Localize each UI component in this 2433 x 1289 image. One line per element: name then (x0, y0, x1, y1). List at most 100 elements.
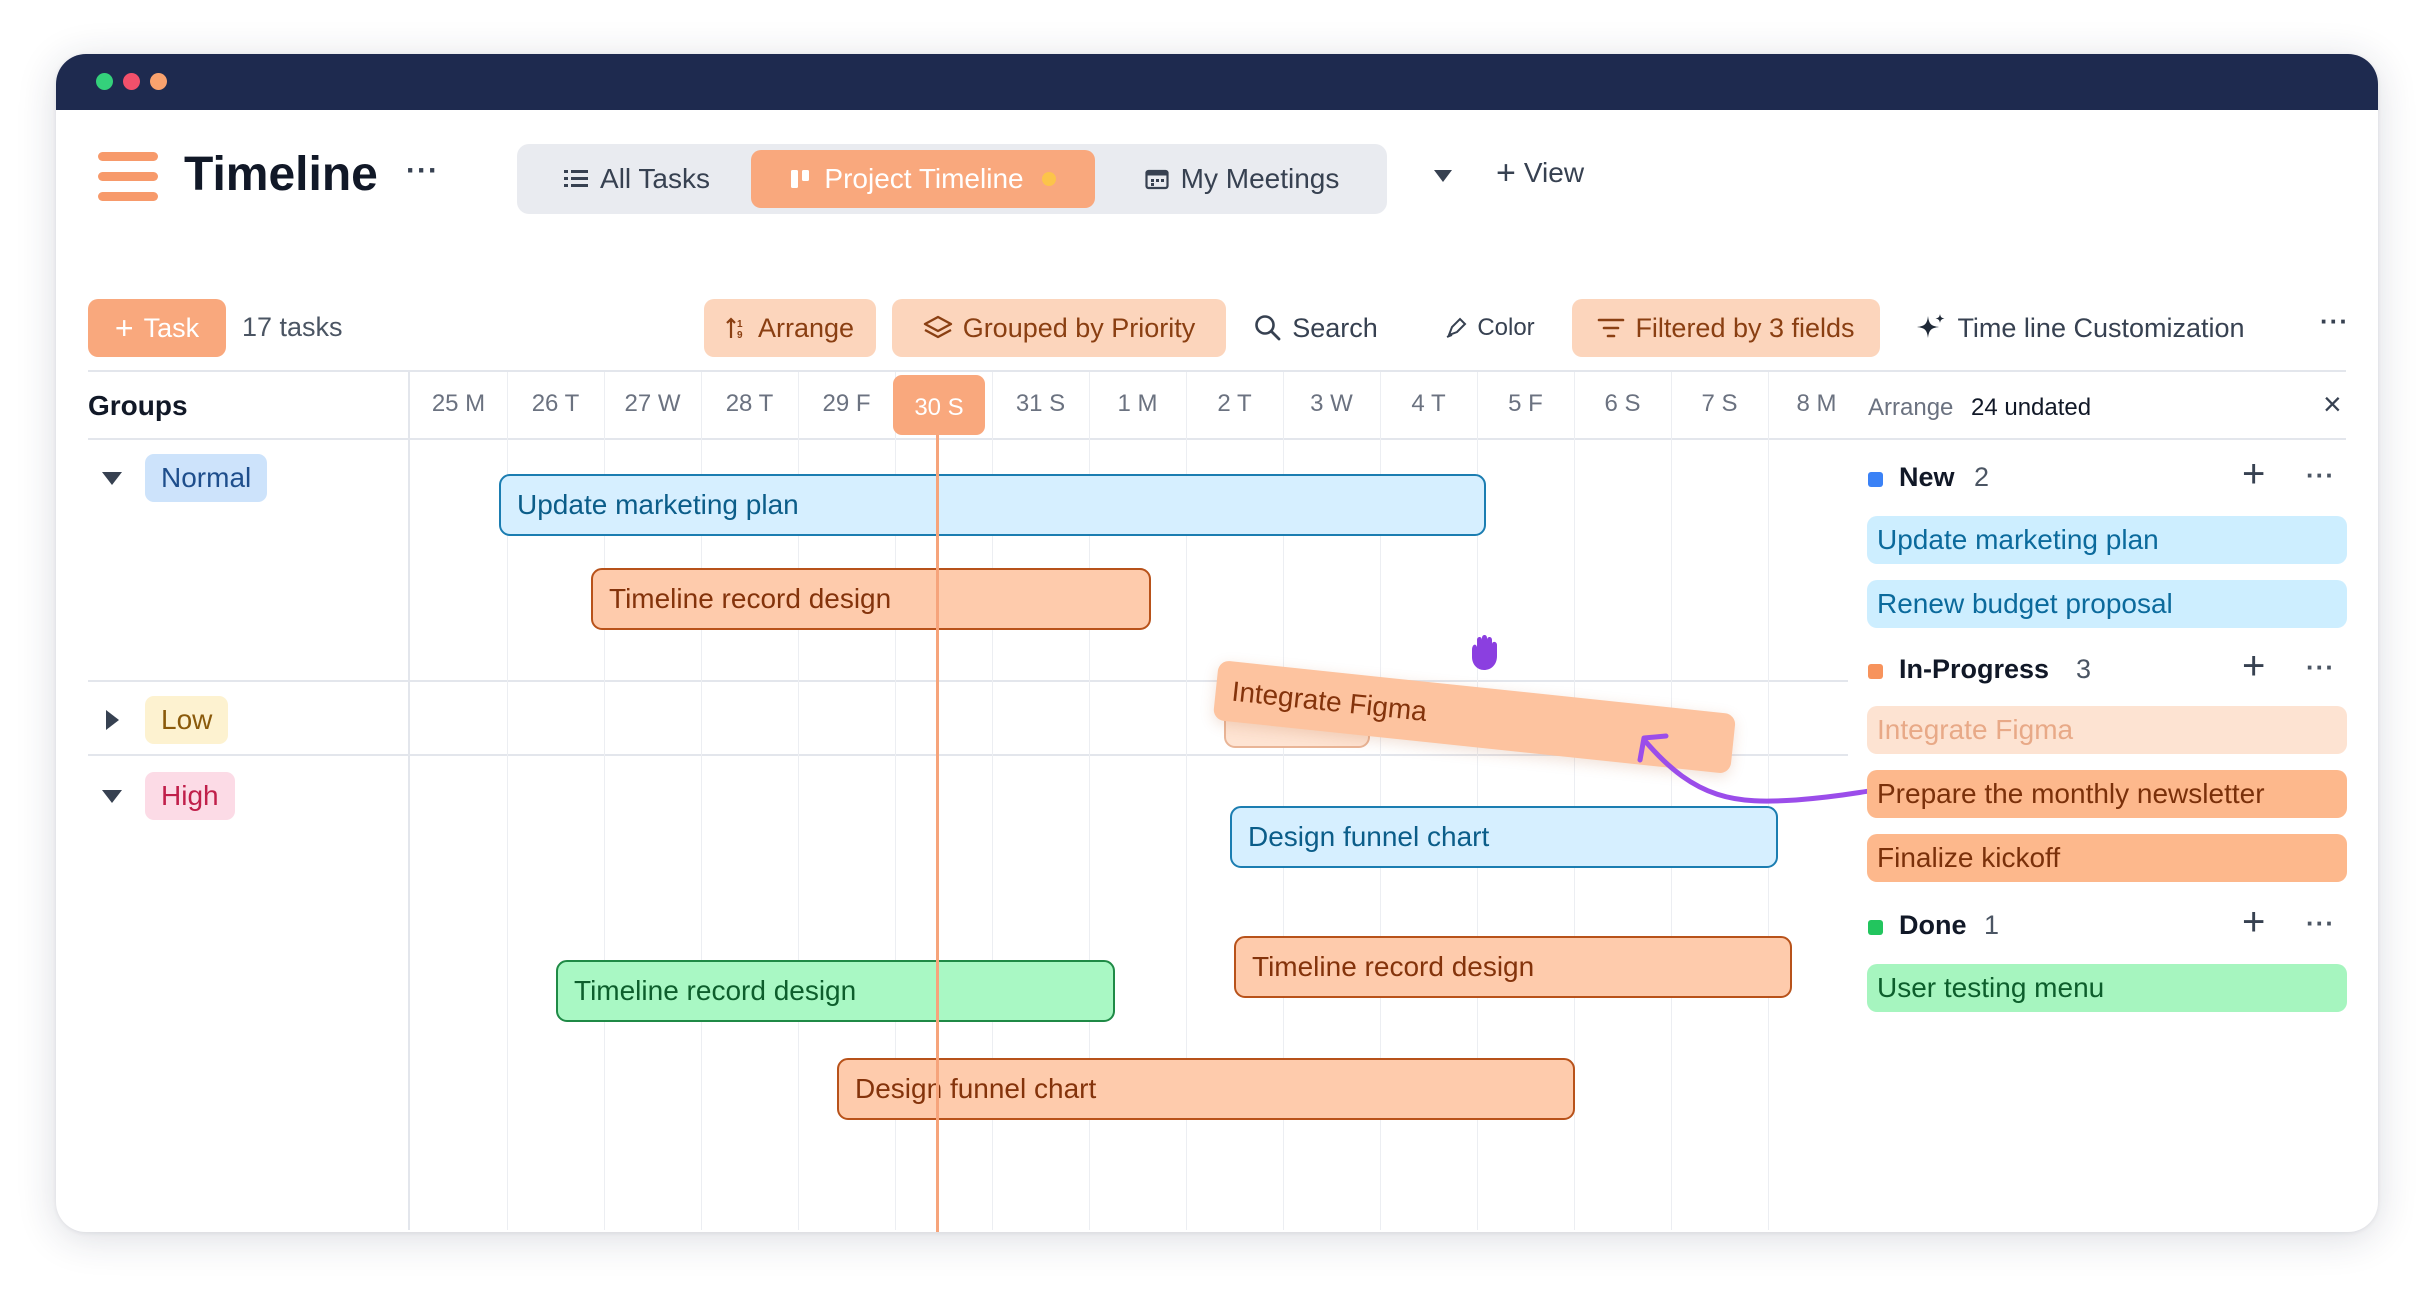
day-label: 5 F (1508, 390, 1543, 417)
list-icon (564, 170, 589, 187)
group-high[interactable]: High (145, 772, 235, 820)
expand-low-icon[interactable] (106, 710, 119, 730)
unscheduled-task-card[interactable]: Update marketing plan (1867, 516, 2347, 564)
today-label: 30 S (914, 394, 964, 421)
plus-icon: + (114, 310, 134, 346)
maximize-window-dot[interactable] (96, 73, 113, 90)
filter-button[interactable]: Filtered by 3 fields (1572, 299, 1880, 357)
plus-icon: + (1496, 154, 1516, 192)
undated-count: 24 undated (1971, 394, 2092, 421)
view-tabs: All Tasks Project Timeline My Meetings (517, 144, 1387, 214)
collapse-high-icon[interactable] (102, 790, 122, 803)
add-task-button[interactable]: + Task (88, 299, 226, 357)
group-low[interactable]: Low (145, 696, 229, 744)
task-bar[interactable]: Timeline record design (556, 960, 1115, 1022)
day-label: 7 S (1701, 390, 1738, 417)
arrange-panel-label: Arrange (1868, 394, 1954, 421)
title-more-icon[interactable]: ··· (406, 154, 439, 188)
day-label: 28 T (725, 390, 774, 417)
unscheduled-task-card[interactable]: Prepare the monthly newsletter (1867, 770, 2347, 818)
status-in-progress-icon (1868, 664, 1883, 679)
unscheduled-task-card[interactable]: Integrate Figma (1867, 706, 2347, 754)
timeline-icon (791, 170, 810, 188)
toolbar-more-icon[interactable]: ··· (2320, 306, 2349, 337)
groups-column-divider (408, 370, 410, 1230)
section-new-more-icon[interactable]: ··· (2306, 460, 2335, 491)
grouped-by-priority-button[interactable]: Grouped by Priority (892, 299, 1226, 357)
paint-icon (1446, 317, 1467, 338)
close-panel-icon[interactable]: × (2323, 386, 2342, 423)
section-done-title: Done (1899, 910, 1967, 940)
unscheduled-task-card[interactable]: Finalize kickoff (1867, 834, 2347, 882)
day-label: 31 S (1015, 390, 1066, 417)
page-title: Timeline (184, 148, 378, 201)
section-done-more-icon[interactable]: ··· (2306, 908, 2335, 939)
sort-icon: 19 (726, 317, 743, 340)
calendar-icon (1145, 169, 1169, 190)
color-button[interactable]: Color (1420, 299, 1560, 357)
day-label: 2 T (1217, 390, 1252, 417)
tab-project-timeline[interactable]: Project Timeline (751, 150, 1095, 208)
window-titlebar (56, 54, 2378, 110)
today-line (936, 435, 939, 1232)
layers-icon (923, 315, 952, 339)
task-bar[interactable]: Design funnel chart (837, 1058, 1575, 1120)
day-label: 25 M (431, 390, 486, 417)
status-done-icon (1868, 920, 1883, 935)
grab-hand-icon (1472, 635, 1497, 670)
collapse-normal-icon[interactable] (102, 472, 122, 485)
section-new-count: 2 (1974, 462, 1990, 492)
group-normal[interactable]: Normal (145, 454, 268, 502)
tab-my-meetings-label: My Meetings (1180, 163, 1340, 194)
groups-header: Groups (88, 390, 188, 421)
day-label: 1 M (1117, 390, 1158, 417)
tab-project-timeline-label: Project Timeline (824, 163, 1024, 194)
add-done-task-icon[interactable]: + (2242, 902, 2265, 942)
unscheduled-task-card[interactable]: User testing menu (1867, 964, 2347, 1012)
grid-header-border (88, 438, 2346, 440)
day-label: 6 S (1604, 390, 1641, 417)
app-window: Timeline ··· All Tasks Project Timeline … (56, 54, 2378, 1232)
active-dot-icon (1041, 172, 1056, 186)
day-label: 3 W (1310, 390, 1353, 417)
search-label: Search (1292, 312, 1378, 343)
status-new-icon (1868, 472, 1883, 487)
grouped-label: Grouped by Priority (962, 312, 1196, 343)
task-bar[interactable]: Timeline record design (591, 568, 1151, 630)
close-window-dot[interactable] (123, 73, 140, 90)
task-bar[interactable]: Update marketing plan (499, 474, 1486, 536)
search-button[interactable]: Search (1236, 299, 1396, 357)
timeline-customization-button[interactable]: Time line Customization (1900, 299, 2260, 357)
add-task-label: Task (143, 312, 200, 343)
add-new-task-icon[interactable]: + (2242, 454, 2265, 494)
sparkle-icon (1917, 314, 1945, 338)
group-divider (88, 680, 1848, 682)
day-label: 29 F (822, 390, 871, 417)
add-view-label: View (1523, 157, 1585, 188)
today-marker: 30 S (893, 375, 985, 435)
color-label: Color (1477, 314, 1535, 341)
search-icon (1255, 315, 1281, 341)
arrange-button[interactable]: 19 Arrange (704, 299, 876, 357)
svg-text:9: 9 (737, 330, 743, 340)
section-new-title: New (1899, 462, 1955, 492)
unscheduled-task-card[interactable]: Renew budget proposal (1867, 580, 2347, 628)
arrange-label: Arrange (757, 312, 855, 343)
tab-my-meetings[interactable]: My Meetings (1117, 150, 1367, 208)
section-in-progress-more-icon[interactable]: ··· (2306, 652, 2335, 683)
svg-text:1: 1 (737, 319, 743, 330)
minimize-window-dot[interactable] (150, 73, 167, 90)
grid-top-border (88, 370, 2346, 372)
day-label: 26 T (531, 390, 580, 417)
tab-all-tasks[interactable]: All Tasks (527, 150, 747, 208)
add-view-button[interactable]: + View (1496, 156, 1584, 190)
day-label: 4 T (1411, 390, 1446, 417)
menu-icon[interactable] (98, 152, 158, 202)
task-bar[interactable]: Timeline record design (1234, 936, 1792, 998)
views-dropdown-icon[interactable] (1434, 170, 1452, 182)
filter-label: Filtered by 3 fields (1635, 312, 1855, 343)
section-in-progress-count: 3 (2076, 654, 2092, 684)
day-label: 8 M (1796, 390, 1837, 417)
add-in-progress-task-icon[interactable]: + (2242, 646, 2265, 686)
customization-label: Time line Customization (1957, 312, 2245, 343)
